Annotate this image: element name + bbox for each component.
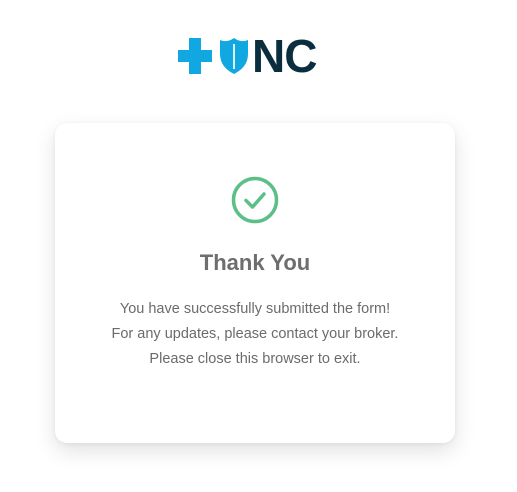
cross-icon (178, 38, 212, 74)
shield-icon (220, 38, 248, 74)
page-title: Thank You (199, 250, 311, 275)
message-line: For any updates, please contact your bro… (111, 326, 399, 342)
message-line: Please close this browser to exit. (149, 351, 361, 367)
check-circle-icon (231, 176, 279, 224)
message-line: You have successfully submitted the form… (119, 301, 391, 317)
message-block: You have successfully submitted the form… (55, 297, 455, 372)
confirmation-card: Thank You You have successfully submitte… (55, 123, 455, 443)
brand-logo: NC (177, 30, 337, 82)
page: NC Thank You You have successfully submi… (0, 0, 517, 492)
logo-text: NC (252, 30, 317, 82)
